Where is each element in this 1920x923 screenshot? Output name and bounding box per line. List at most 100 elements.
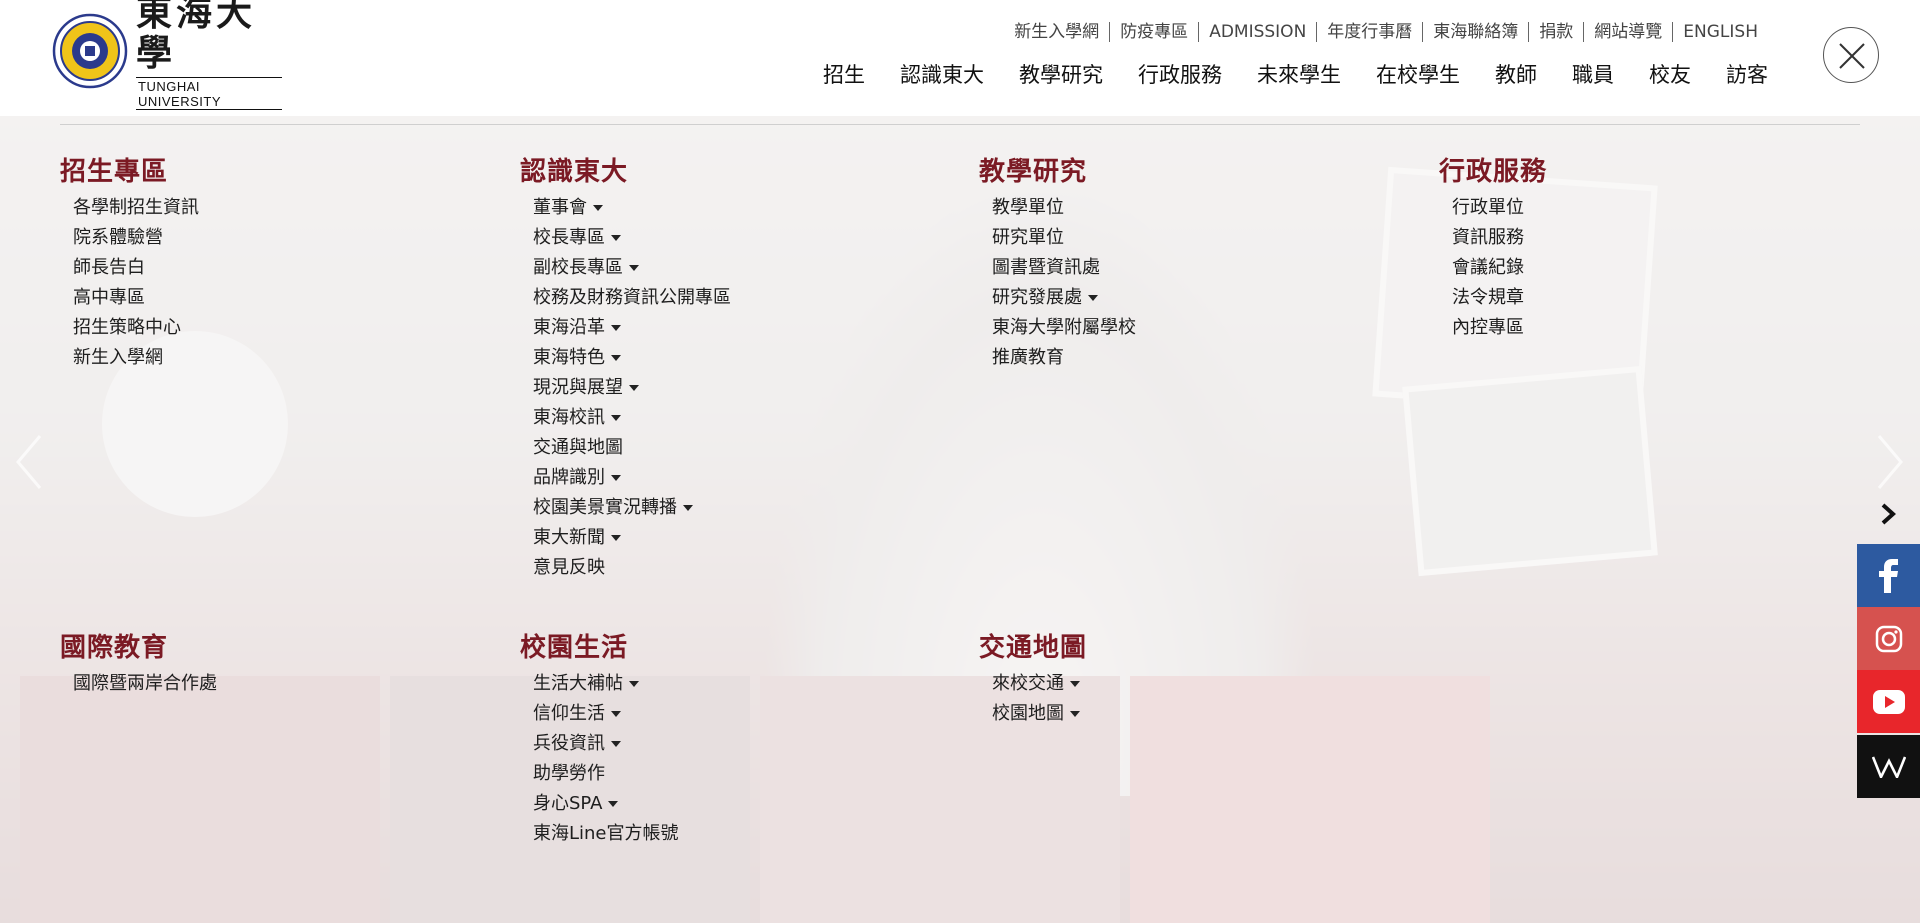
menu-item[interactable]: 信仰生活 xyxy=(520,699,679,729)
top-link[interactable]: ADMISSION xyxy=(1199,22,1318,42)
caret-down-icon[interactable] xyxy=(593,205,603,211)
caret-down-icon[interactable] xyxy=(611,741,621,747)
menu-item[interactable]: 東海特色 xyxy=(520,343,731,373)
menu-item[interactable]: 校園美景實況轉播 xyxy=(520,493,731,523)
menu-item-label: 兵役資訊 xyxy=(533,733,605,754)
menu-item-label: 副校長專區 xyxy=(533,257,623,278)
top-link[interactable]: 防疫專區 xyxy=(1110,22,1200,42)
caret-down-icon[interactable] xyxy=(629,681,639,687)
menu-item[interactable]: 品牌識別 xyxy=(520,463,731,493)
top-link[interactable]: ENGLISH xyxy=(1673,22,1768,42)
nav-item[interactable]: 訪客 xyxy=(1726,60,1768,90)
facebook-icon xyxy=(1878,558,1898,593)
chevron-right-icon[interactable] xyxy=(1875,432,1905,492)
menu-item-label: 教學單位 xyxy=(992,197,1064,218)
sidebar-toggle-chevron-icon[interactable] xyxy=(1878,502,1898,526)
top-link[interactable]: 捐款 xyxy=(1529,22,1585,42)
menu-group-title[interactable]: 招生專區 xyxy=(60,155,199,189)
menu-item-label: 研究發展處 xyxy=(992,287,1082,308)
menu-item[interactable]: 高中專區 xyxy=(60,283,199,313)
caret-down-icon[interactable] xyxy=(611,235,621,241)
menu-item[interactable]: 副校長專區 xyxy=(520,253,731,283)
instagram-link[interactable] xyxy=(1857,607,1920,670)
menu-item[interactable]: 東大新聞 xyxy=(520,523,731,553)
menu-item-label: 校務及財務資訊公開專區 xyxy=(533,287,731,308)
nav-item[interactable]: 行政服務 xyxy=(1138,60,1222,90)
wikipedia-link[interactable] xyxy=(1857,735,1920,798)
nav-item[interactable]: 教師 xyxy=(1495,60,1537,90)
youtube-link[interactable] xyxy=(1857,670,1920,733)
menu-item[interactable]: 各學制招生資訊 xyxy=(60,193,199,223)
menu-item[interactable]: 東海沿革 xyxy=(520,313,731,343)
top-link[interactable]: 年度行事曆 xyxy=(1317,22,1424,42)
caret-down-icon[interactable] xyxy=(611,475,621,481)
menu-group-title[interactable]: 國際教育 xyxy=(60,631,217,665)
menu-item[interactable]: 意見反映 xyxy=(520,553,731,583)
menu-item[interactable]: 董事會 xyxy=(520,193,731,223)
caret-down-icon[interactable] xyxy=(1070,681,1080,687)
menu-item[interactable]: 資訊服務 xyxy=(1439,223,1547,253)
menu-item[interactable]: 來校交通 xyxy=(979,669,1087,699)
caret-down-icon[interactable] xyxy=(1070,711,1080,717)
site-logo[interactable]: 東海大學 TUNGHAI UNIVERSITY xyxy=(52,0,282,110)
menu-item[interactable]: 兵役資訊 xyxy=(520,729,679,759)
menu-item[interactable]: 研究發展處 xyxy=(979,283,1136,313)
menu-item[interactable]: 交通與地圖 xyxy=(520,433,731,463)
menu-item[interactable]: 招生策略中心 xyxy=(60,313,199,343)
menu-item[interactable]: 國際暨兩岸合作處 xyxy=(60,669,217,699)
menu-item[interactable]: 東海Line官方帳號 xyxy=(520,819,679,849)
menu-group-title[interactable]: 教學研究 xyxy=(979,155,1136,189)
top-link[interactable]: 新生入學網 xyxy=(1004,22,1111,42)
menu-item[interactable]: 院系體驗營 xyxy=(60,223,199,253)
caret-down-icon[interactable] xyxy=(611,535,621,541)
top-link[interactable]: 東海聯絡簿 xyxy=(1423,22,1530,42)
menu-item[interactable]: 推廣教育 xyxy=(979,343,1136,373)
nav-item[interactable]: 認識東大 xyxy=(900,60,984,90)
menu-item[interactable]: 行政單位 xyxy=(1439,193,1547,223)
menu-item[interactable]: 研究單位 xyxy=(979,223,1136,253)
caret-down-icon[interactable] xyxy=(629,385,639,391)
caret-down-icon[interactable] xyxy=(611,325,621,331)
nav-item[interactable]: 教學研究 xyxy=(1019,60,1103,90)
caret-down-icon[interactable] xyxy=(629,265,639,271)
menu-group-title[interactable]: 交通地圖 xyxy=(979,631,1087,665)
menu-item[interactable]: 新生入學網 xyxy=(60,343,199,373)
caret-down-icon[interactable] xyxy=(608,801,619,807)
nav-item[interactable]: 招生 xyxy=(823,60,865,90)
menu-item[interactable]: 師長告白 xyxy=(60,253,199,283)
menu-item[interactable]: 身心SPA xyxy=(520,789,679,819)
menu-item[interactable]: 圖書暨資訊處 xyxy=(979,253,1136,283)
caret-down-icon[interactable] xyxy=(611,711,621,717)
menu-item[interactable]: 內控專區 xyxy=(1439,313,1547,343)
menu-group-international: 國際教育國際暨兩岸合作處 xyxy=(60,631,217,699)
menu-group-title[interactable]: 校園生活 xyxy=(520,631,679,665)
menu-item[interactable]: 助學勞作 xyxy=(520,759,679,789)
nav-item[interactable]: 校友 xyxy=(1649,60,1691,90)
menu-item[interactable]: 東海大學附屬學校 xyxy=(979,313,1136,343)
nav-item[interactable]: 職員 xyxy=(1572,60,1614,90)
menu-item[interactable]: 校長專區 xyxy=(520,223,731,253)
caret-down-icon[interactable] xyxy=(611,355,621,361)
facebook-link[interactable] xyxy=(1857,544,1920,607)
menu-item[interactable]: 現況與展望 xyxy=(520,373,731,403)
logo-chinese-name: 東海大學 xyxy=(136,0,257,74)
menu-group-title[interactable]: 行政服務 xyxy=(1439,155,1547,189)
menu-item[interactable]: 校務及財務資訊公開專區 xyxy=(520,283,731,313)
top-link[interactable]: 網站導覽 xyxy=(1584,22,1674,42)
menu-item[interactable]: 東海校訊 xyxy=(520,403,731,433)
chevron-left-icon[interactable] xyxy=(14,432,44,492)
menu-item-label: 東海Line官方帳號 xyxy=(533,823,679,844)
caret-down-icon[interactable] xyxy=(683,505,693,511)
menu-item-label: 來校交通 xyxy=(992,673,1064,694)
caret-down-icon[interactable] xyxy=(1088,295,1098,301)
menu-item[interactable]: 校園地圖 xyxy=(979,699,1087,729)
close-menu-button[interactable] xyxy=(1823,27,1879,83)
menu-item[interactable]: 會議紀錄 xyxy=(1439,253,1547,283)
caret-down-icon[interactable] xyxy=(611,415,621,421)
menu-item[interactable]: 生活大補帖 xyxy=(520,669,679,699)
menu-group-title[interactable]: 認識東大 xyxy=(520,155,731,189)
menu-item[interactable]: 教學單位 xyxy=(979,193,1136,223)
menu-item[interactable]: 法令規章 xyxy=(1439,283,1547,313)
nav-item[interactable]: 未來學生 xyxy=(1257,60,1341,90)
nav-item[interactable]: 在校學生 xyxy=(1376,60,1460,90)
